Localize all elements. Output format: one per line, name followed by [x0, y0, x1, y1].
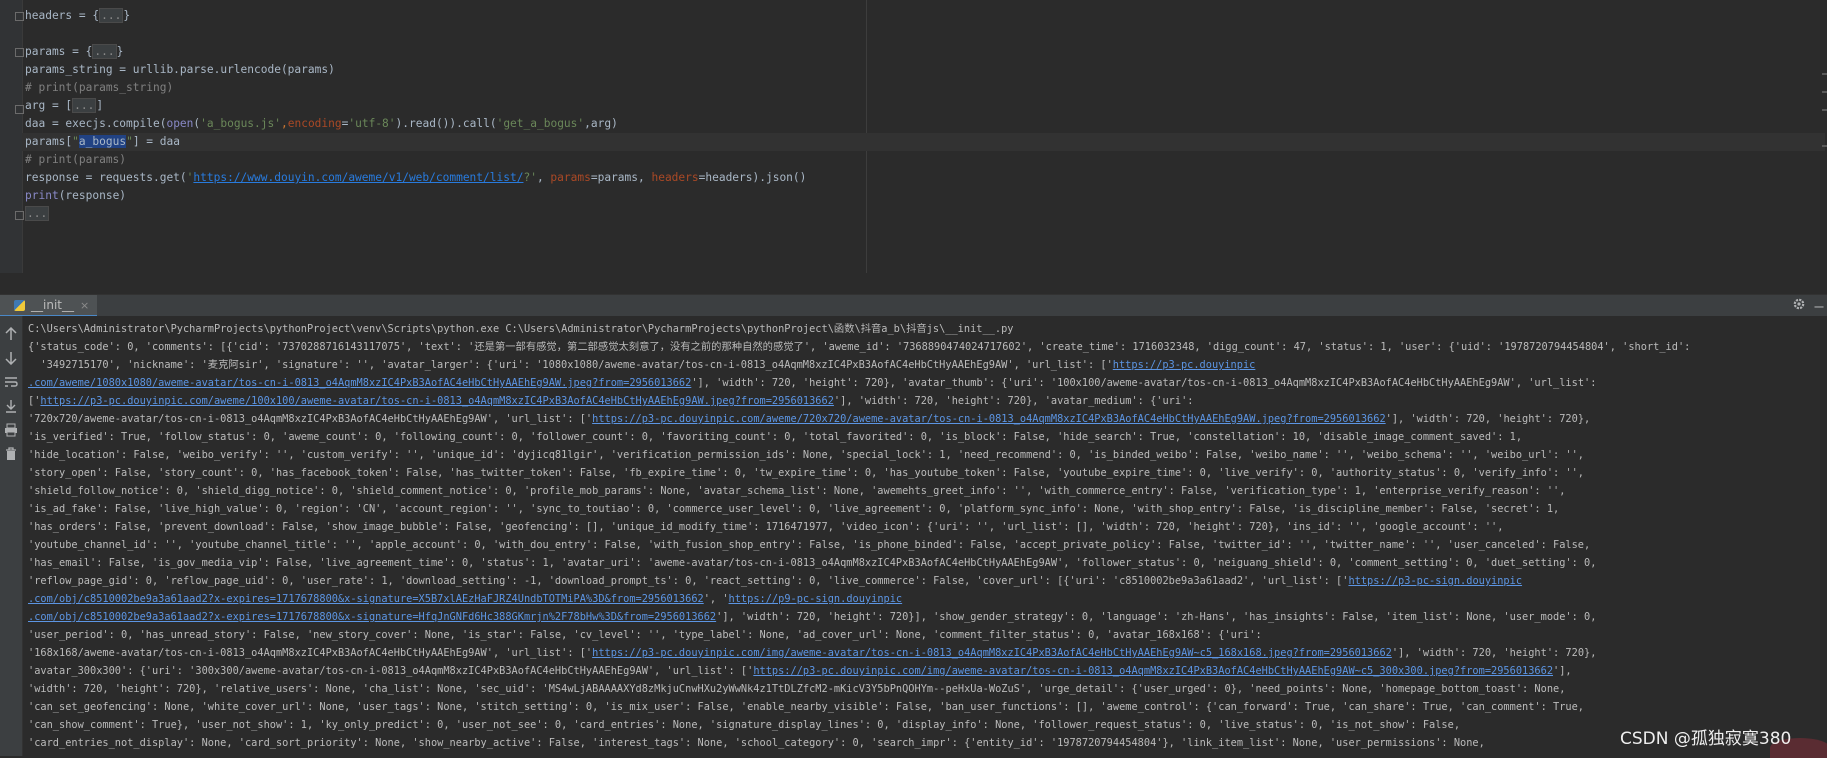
arrow-up-icon[interactable]	[2, 326, 20, 342]
python-file-icon	[14, 299, 25, 311]
code-editor[interactable]: headers = {...} params = {...} params_st…	[0, 0, 1827, 273]
console-line: .com/obj/c8510002be9a3a61aad2?x-expires=…	[28, 611, 1597, 623]
url-link[interactable]: https://p3-pc.douyinpic.com/img/aweme-av…	[592, 647, 1392, 659]
folded-block[interactable]: ...	[25, 206, 50, 221]
trash-icon[interactable]	[2, 446, 20, 462]
console-line: 'story_open': False, 'story_count': 0, '…	[28, 467, 1585, 479]
fold-toggle-icon[interactable]	[15, 48, 24, 57]
console-line: 'avatar_300x300': {'uri': '300x300/aweme…	[28, 665, 1572, 677]
error-stripe-mark[interactable]	[1822, 73, 1827, 75]
console-line: 'user_period': 0, 'has_unread_story': Fa…	[28, 629, 1262, 641]
console-line: 'width': 720, 'height': 720}, 'relative_…	[28, 683, 1566, 695]
url-link[interactable]: https://p3-pc.douyinpic.com/aweme/720x72…	[592, 413, 1386, 425]
console-line: 'card_entries_not_display': None, 'card_…	[28, 737, 1485, 749]
console-line: 'youtube_channel_id': '', 'youtube_chann…	[28, 539, 1591, 551]
console-output[interactable]: C:\Users\Administrator\PycharmProjects\p…	[23, 316, 1827, 756]
url-link[interactable]: https://p3-pc.douyinpic.com/aweme/100x10…	[40, 395, 834, 407]
code-line[interactable]: response = requests.get('https://www.dou…	[25, 169, 806, 187]
code-line[interactable]: headers = {...}	[25, 7, 130, 25]
code-line[interactable]: params_string = urllib.parse.urlencode(p…	[25, 61, 335, 79]
console-line: 'has_email': False, 'is_gov_media_vip': …	[28, 557, 1597, 569]
code-line[interactable]: # print(params_string)	[25, 79, 173, 97]
code-line[interactable]: daa = execjs.compile(open('a_bogus.js',e…	[25, 115, 618, 133]
arrow-down-icon[interactable]	[2, 350, 20, 366]
url-link[interactable]: https://p3-pc-sign.douyinpic	[1348, 575, 1522, 587]
code-line[interactable]: # print(params)	[25, 151, 126, 169]
console-line: .com/aweme/1080x1080/aweme-avatar/tos-cn…	[28, 377, 1597, 389]
url-link[interactable]: .com/obj/c8510002be9a3a61aad2?x-expires=…	[28, 611, 716, 623]
run-toolbar	[0, 316, 23, 756]
console-line: '3492715170', 'nickname': '麦克阿sir', 'sig…	[28, 359, 1256, 371]
console-line: ['https://p3-pc.douyinpic.com/aweme/100x…	[28, 395, 1194, 407]
url-link[interactable]: .com/obj/c8510002be9a3a61aad2?x-expires=…	[28, 593, 704, 605]
soft-wrap-icon[interactable]	[2, 374, 20, 390]
watermark: CSDN @孤独寂寞380	[1620, 729, 1792, 749]
print-icon[interactable]	[2, 422, 20, 438]
console-line: 'has_orders': False, 'prevent_download':…	[28, 521, 1504, 533]
folded-block[interactable]: ...	[72, 98, 97, 113]
url-link[interactable]: https://p3-pc.douyinpic	[1113, 359, 1256, 371]
console-line: .com/obj/c8510002be9a3a61aad2?x-expires=…	[28, 593, 903, 605]
error-stripe-mark[interactable]	[1822, 145, 1827, 147]
folded-block[interactable]: ...	[92, 44, 117, 59]
editor-gutter	[0, 0, 24, 273]
tab-run-init[interactable]: __init__ ×	[0, 295, 98, 317]
fold-toggle-icon[interactable]	[15, 12, 24, 21]
console-line: 'can_show_comment': True}, 'user_not_sho…	[28, 719, 1461, 731]
tab-label: __init__	[31, 298, 74, 312]
url-link[interactable]: .com/aweme/1080x1080/aweme-avatar/tos-cn…	[28, 377, 691, 389]
console-line: '168x168/aweme-avatar/tos-cn-i-0813_o4Aq…	[28, 647, 1597, 659]
console-line: 'reflow_page_gid': 0, 'reflow_page_uid':…	[28, 575, 1523, 587]
run-tool-window-header: __init__ × –	[0, 294, 1827, 317]
code-line[interactable]: params = {...}	[25, 43, 123, 61]
gear-icon[interactable]	[1790, 297, 1808, 315]
console-line: {'status_code': 0, 'comments': [{'cid': …	[28, 341, 1691, 353]
code-line[interactable]: arg = [...]	[25, 97, 103, 115]
close-icon[interactable]: ×	[80, 299, 89, 312]
console-line: 'can_set_geofencing': None, 'white_cover…	[28, 701, 1585, 713]
console-line: 'shield_follow_notice': 0, 'shield_digg_…	[28, 485, 1566, 497]
url-link[interactable]: https://www.douyin.com/aweme/v1/web/comm…	[193, 171, 523, 184]
error-stripe-mark[interactable]	[1822, 91, 1827, 93]
url-link[interactable]: https://p9-pc-sign.douyinpic	[729, 593, 903, 605]
console-line: C:\Users\Administrator\PycharmProjects\p…	[28, 323, 1014, 335]
console-line: 'is_ad_fake': False, 'live_high_value': …	[28, 503, 1560, 515]
minimize-button[interactable]: –	[1812, 297, 1826, 315]
console-line: 'hide_location': False, 'weibo_verify': …	[28, 449, 1585, 461]
fold-toggle-icon[interactable]	[15, 211, 24, 220]
code-line-current[interactable]: params["a_bogus"] = daa	[22, 133, 1825, 151]
fold-toggle-icon[interactable]	[15, 105, 24, 114]
highlighted-identifier[interactable]: a_bogus	[78, 135, 127, 148]
url-link[interactable]: https://p3-pc.douyinpic.com/img/aweme-av…	[753, 665, 1553, 677]
code-line[interactable]: ...	[25, 205, 50, 223]
error-stripe-mark[interactable]	[1822, 109, 1827, 111]
console-line: '720x720/aweme-avatar/tos-cn-i-0813_o4Aq…	[28, 413, 1591, 425]
folded-block[interactable]: ...	[99, 8, 124, 23]
scroll-to-end-icon[interactable]	[2, 398, 20, 414]
code-line[interactable]: print(response)	[25, 187, 126, 205]
console-line: 'is_verified': True, 'follow_status': 0,…	[28, 431, 1523, 443]
